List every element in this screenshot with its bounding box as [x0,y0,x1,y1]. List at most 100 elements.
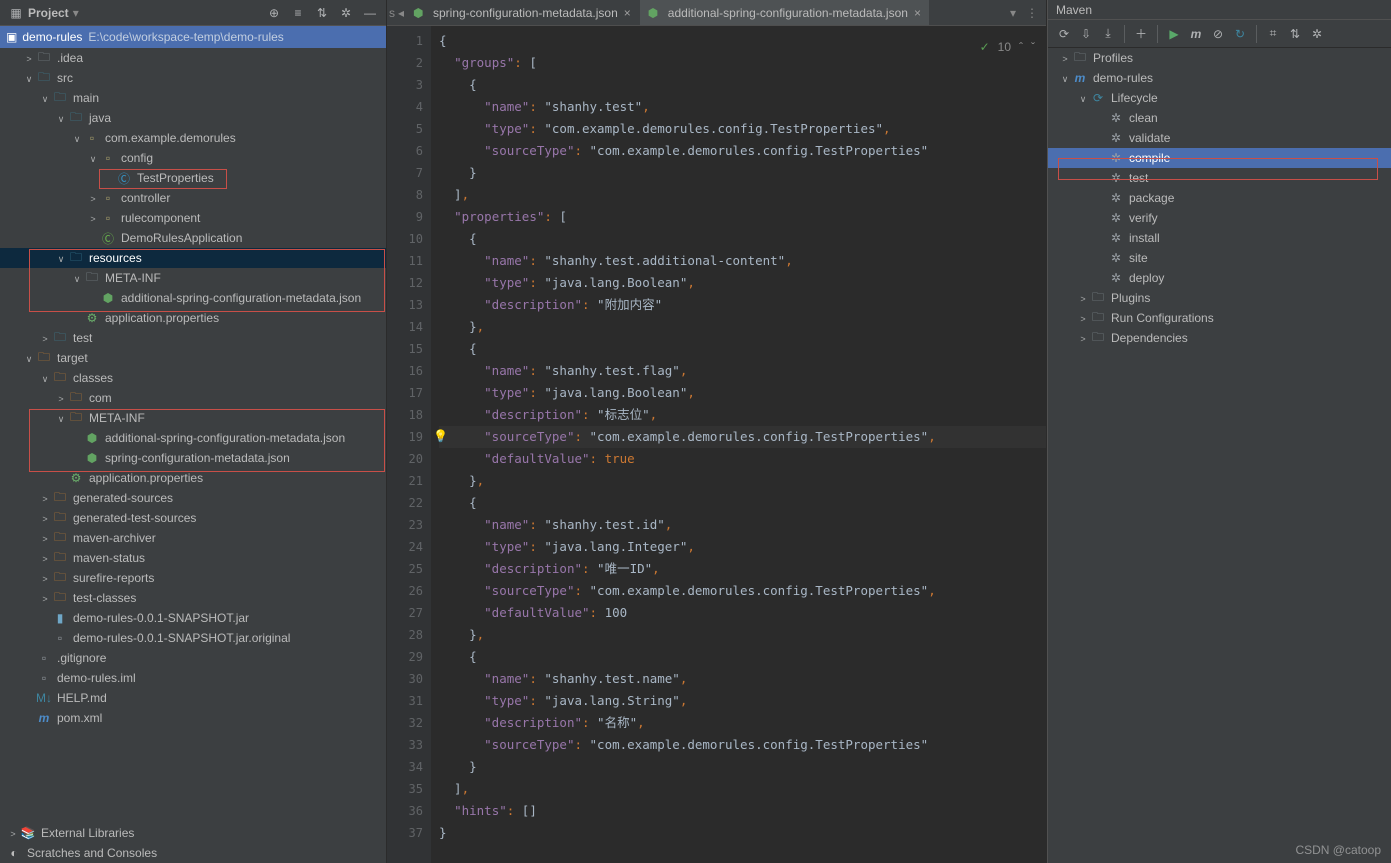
tree-item-label: generated-sources [73,491,173,505]
tab-more-icon[interactable]: ⋮ [1026,6,1038,20]
maven-item-label: site [1129,251,1148,265]
code-line: { [439,646,1046,668]
expand-all-icon[interactable]: ⇅ [314,5,330,21]
reimport-icon[interactable]: ⟳ [1056,27,1072,41]
tree-item[interactable]: ⬢additional-spring-configuration-metadat… [0,288,386,308]
intention-bulb-icon[interactable]: 💡 [433,429,448,443]
tree-item-label: surefire-reports [73,571,154,585]
tree-item[interactable]: 🗀surefire-reports [0,568,386,588]
tree-item[interactable]: ⒸDemoRulesApplication [0,228,386,248]
toggle-skip-tests-icon[interactable]: ⊘ [1210,27,1226,41]
tree-item[interactable]: ⬢additional-spring-configuration-metadat… [0,428,386,448]
run-icon[interactable]: ▶ [1166,27,1182,41]
tree-item-label: test [73,331,92,345]
close-icon[interactable]: × [914,6,921,20]
dropdown-icon[interactable]: ▾ [73,6,79,20]
maven-tree-item[interactable]: ✲install [1048,228,1391,248]
maven-tree-item[interactable]: ✲verify [1048,208,1391,228]
maven-tree-item[interactable]: 🗀Profiles [1048,48,1391,68]
tree-item[interactable]: 🗀generated-test-sources [0,508,386,528]
gutter-line: 37 [387,822,423,844]
project-root[interactable]: ▣ demo-rules E:\code\workspace-temp\demo… [0,26,386,48]
scratches[interactable]: ◐ Scratches and Consoles [0,843,386,863]
code-area[interactable]: { "groups": [ { "name": "shanhy.test", "… [431,26,1046,863]
folder-icon: 🗀 [52,508,68,529]
tab-dropdown-icon[interactable]: ▾ [1010,6,1016,20]
folder-icon: 🗀 [1090,328,1106,349]
maven-tree-item[interactable]: ⟳Lifecycle [1048,88,1391,108]
maven-tree-item[interactable]: ✲validate [1048,128,1391,148]
tree-item[interactable]: ▫controller [0,188,386,208]
tree-item[interactable]: 🗀com [0,388,386,408]
generate-sources-icon[interactable]: ⇩ [1078,27,1094,41]
maven-tree-item[interactable]: ✲test [1048,168,1391,188]
maven-tree-item[interactable]: 🗀Run Configurations [1048,308,1391,328]
collapse-icon[interactable]: ⇅ [1287,27,1303,41]
tree-item[interactable]: ⚙application.properties [0,308,386,328]
maven-item-label: Run Configurations [1111,311,1214,325]
maven-tree-item[interactable]: 🗀Dependencies [1048,328,1391,348]
maven-tree-item[interactable]: mdemo-rules [1048,68,1391,88]
tree-item[interactable]: 🗀META-INF [0,268,386,288]
maven-item-label: clean [1129,111,1158,125]
tree-item[interactable]: M↓HELP.md [0,688,386,708]
maven-tree-item[interactable]: ✲package [1048,188,1391,208]
tree-item[interactable]: ▫demo-rules-0.0.1-SNAPSHOT.jar.original [0,628,386,648]
maven-tree-item[interactable]: ✲compile [1048,148,1391,168]
tree-item[interactable]: 🗀target [0,348,386,368]
tree-item[interactable]: 🗀classes [0,368,386,388]
tab-additional-config[interactable]: ⬢ additional-spring-configuration-metada… [640,0,930,25]
code-line: "name": "shanhy.test.id", [439,514,1046,536]
code-line: { [439,74,1046,96]
tree-item[interactable]: ⒸTestProperties [0,168,386,188]
tree-item[interactable]: 🗀.idea [0,48,386,68]
tree-item-label: controller [121,191,170,205]
maven-tree-item[interactable]: ✲clean [1048,108,1391,128]
maven-tree-item[interactable]: ✲site [1048,248,1391,268]
tree-item[interactable]: 🗀java [0,108,386,128]
tab-spring-config[interactable]: ⬢ spring-configuration-metadata.json × [405,0,640,25]
tree-item[interactable]: ▫config [0,148,386,168]
add-icon[interactable]: ＋ [1133,25,1149,42]
maven-tree-item[interactable]: 🗀Plugins [1048,288,1391,308]
close-icon[interactable]: × [624,6,631,20]
expand-icon[interactable]: ≡ [290,5,306,21]
show-deps-icon[interactable]: ⌗ [1265,26,1281,41]
tree-item-label: demo-rules.iml [57,671,136,685]
tree-item[interactable]: 🗀src [0,68,386,88]
tree-item[interactable]: ⚙application.properties [0,468,386,488]
gutter-line: 18 [387,404,423,426]
tree-item[interactable]: ▫com.example.demorules [0,128,386,148]
tree-item[interactable]: 🗀META-INF [0,408,386,428]
tree-item[interactable]: 🗀resources [0,248,386,268]
tree-item-label: test-classes [73,591,136,605]
download-icon[interactable]: ⤓ [1100,26,1116,41]
maven-tree-item[interactable]: ✲deploy [1048,268,1391,288]
tab-label: additional-spring-configuration-metadata… [668,6,908,20]
tree-item[interactable]: 🗀maven-status [0,548,386,568]
folder-icon: 🗀 [36,48,52,69]
settings-icon[interactable]: ✲ [338,5,354,21]
m-icon[interactable]: m [1188,27,1204,41]
lifecycle-icon: ⟳ [1090,91,1106,105]
tree-item[interactable]: ▫demo-rules.iml [0,668,386,688]
tree-item[interactable]: 🗀test-classes [0,588,386,608]
tree-item[interactable]: 🗀test [0,328,386,348]
target-icon[interactable]: ⊕ [266,5,282,21]
wrench-icon[interactable]: ✲ [1309,27,1325,41]
tree-item[interactable]: ▫.gitignore [0,648,386,668]
external-libraries[interactable]: 📚 External Libraries [0,823,386,843]
offline-icon[interactable]: ↻ [1232,27,1248,41]
code-line: ], [439,184,1046,206]
tab-arrow-icon[interactable]: ◂ [397,0,405,25]
tree-item[interactable]: ▫rulecomponent [0,208,386,228]
tree-item[interactable]: ⬢spring-configuration-metadata.json [0,448,386,468]
hide-icon[interactable]: — [362,5,378,21]
package-icon: ▫ [84,131,100,145]
tree-item[interactable]: 🗀maven-archiver [0,528,386,548]
tree-item[interactable]: 🗀main [0,88,386,108]
tree-item[interactable]: mpom.xml [0,708,386,728]
tree-item-label: META-INF [89,411,145,425]
tree-item[interactable]: ▮demo-rules-0.0.1-SNAPSHOT.jar [0,608,386,628]
tree-item[interactable]: 🗀generated-sources [0,488,386,508]
